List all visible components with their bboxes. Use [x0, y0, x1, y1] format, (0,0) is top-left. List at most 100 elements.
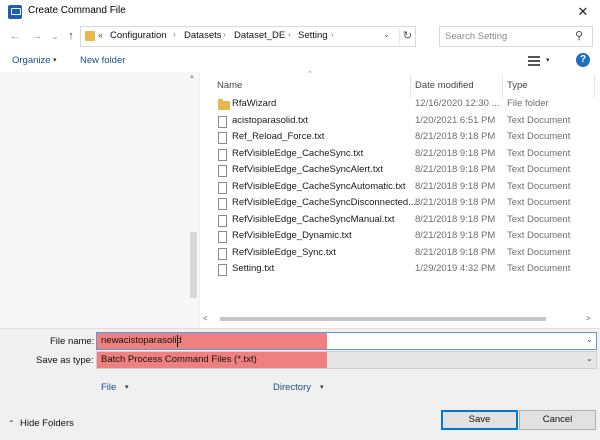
file-date: 12/16/2020 12:30 ... [415, 98, 500, 109]
scroll-left-icon[interactable]: < [203, 314, 208, 323]
back-icon[interactable]: ← [8, 28, 22, 44]
save-as-type-label: Save as type: [36, 355, 94, 366]
file-name: RefVisibleEdge_CacheSyncAlert.txt [232, 164, 383, 175]
list-item[interactable]: acistoparasolid.txt 1/20/2021 6:51 PM Te… [214, 114, 594, 130]
horizontal-scrollbar[interactable]: < > [200, 312, 600, 326]
hide-folders-button[interactable]: Hide Folders [20, 418, 74, 429]
up-folder-icon[interactable]: ↑ [64, 28, 78, 44]
file-date: 8/21/2018 9:18 PM [415, 247, 496, 258]
organize-button[interactable]: Organize [12, 55, 51, 66]
text-file-icon [218, 116, 227, 128]
breadcrumb-separator-icon[interactable]: › [223, 30, 226, 39]
list-item[interactable]: RefVisibleEdge_CacheSyncDisconnected....… [214, 196, 594, 212]
chevron-down-icon[interactable]: ▾ [125, 383, 129, 391]
breadcrumb-configuration[interactable]: Configuration [110, 30, 167, 41]
chevron-down-icon[interactable]: ⌄ [383, 30, 390, 39]
recent-locations-icon[interactable]: ⌄ [48, 28, 62, 44]
address-overflow-icon[interactable]: « [98, 30, 103, 40]
scroll-right-icon[interactable]: > [586, 314, 591, 323]
column-header-type[interactable]: Type [507, 80, 528, 91]
list-item[interactable]: Setting.txt 1/29/2019 4:32 PM Text Docum… [214, 262, 594, 278]
list-item[interactable]: RefVisibleEdge_CacheSyncAlert.txt 8/21/2… [214, 163, 594, 179]
breadcrumb-datasets[interactable]: Datasets [184, 30, 222, 41]
file-name-field[interactable]: newacistoparasolid ⌄ [96, 332, 597, 350]
save-as-type-select[interactable]: Batch Process Command Files (*.txt) ⌄ [96, 351, 597, 369]
file-type: Text Document [507, 148, 571, 159]
chevron-down-icon[interactable]: ⌄ [586, 354, 593, 363]
file-name: Ref_Reload_Force.txt [232, 131, 325, 142]
file-date: 8/21/2018 9:18 PM [415, 164, 496, 175]
file-date: 1/29/2019 4:32 PM [415, 263, 496, 274]
chevron-down-icon[interactable]: ⌄ [586, 335, 593, 344]
column-header-name[interactable]: Name [217, 80, 242, 91]
refresh-icon[interactable]: ↻ [399, 28, 415, 45]
save-as-type-value[interactable]: Batch Process Command Files (*.txt) [101, 354, 257, 365]
text-file-icon [218, 248, 227, 260]
chevron-down-icon[interactable]: ▾ [546, 56, 550, 64]
breadcrumb-setting[interactable]: Setting [298, 30, 328, 41]
close-button[interactable]: ✕ [566, 0, 600, 24]
window-title: Create Command File [28, 5, 126, 16]
text-file-icon [218, 149, 227, 161]
list-item[interactable]: RfaWizard 12/16/2020 12:30 ... File fold… [214, 97, 594, 113]
folder-icon [218, 99, 230, 110]
column-divider[interactable] [502, 76, 503, 98]
list-item[interactable]: RefVisibleEdge_CacheSync.txt 8/21/2018 9… [214, 147, 594, 163]
file-date: 8/21/2018 9:18 PM [415, 148, 496, 159]
sort-ascending-icon: ⌃ [307, 71, 313, 78]
column-divider[interactable] [410, 76, 411, 98]
cancel-button[interactable]: Cancel [519, 410, 596, 430]
breadcrumb-separator-icon[interactable]: › [173, 30, 176, 39]
file-type: Text Document [507, 131, 571, 142]
navigation-pane[interactable] [0, 72, 200, 328]
file-date: 1/20/2021 6:51 PM [415, 115, 496, 126]
help-icon[interactable]: ? [576, 53, 590, 67]
file-type: Text Document [507, 181, 571, 192]
file-name-label: File name: [50, 336, 95, 347]
chevron-down-icon[interactable]: ▾ [320, 383, 324, 391]
file-type: Text Document [507, 164, 571, 175]
column-divider[interactable] [594, 76, 595, 98]
address-bar[interactable]: « Configuration › Datasets › Dataset_DE … [80, 26, 416, 47]
file-type: Text Document [507, 115, 571, 126]
list-item[interactable]: Ref_Reload_Force.txt 8/21/2018 9:18 PM T… [214, 130, 594, 146]
directory-link[interactable]: Directory [273, 382, 311, 393]
file-link[interactable]: File [101, 382, 116, 393]
scrollbar-thumb[interactable] [220, 317, 546, 321]
list-item[interactable]: RefVisibleEdge_Sync.txt 8/21/2018 9:18 P… [214, 246, 594, 262]
breadcrumb-separator-icon[interactable]: › [331, 30, 334, 39]
navigation-pane-scrollbar[interactable] [190, 232, 197, 298]
file-name: RefVisibleEdge_CacheSyncManual.txt [232, 214, 395, 225]
search-input[interactable]: Search Setting ⚲ [439, 26, 593, 47]
file-name: RfaWizard [232, 98, 277, 109]
file-date: 8/21/2018 9:18 PM [415, 230, 496, 241]
chevron-up-icon[interactable]: ⌃ [8, 419, 15, 428]
list-item[interactable]: RefVisibleEdge_CacheSyncAutomatic.txt 8/… [214, 180, 594, 196]
file-type: File folder [507, 98, 549, 109]
file-name: RefVisibleEdge_CacheSyncAutomatic.txt [232, 181, 406, 192]
file-name: acistoparasolid.txt [232, 115, 309, 126]
search-icon[interactable]: ⚲ [575, 29, 583, 42]
list-item[interactable]: RefVisibleEdge_CacheSyncManual.txt 8/21/… [214, 213, 594, 229]
file-date: 8/21/2018 9:18 PM [415, 181, 496, 192]
file-name: RefVisibleEdge_Dynamic.txt [232, 230, 352, 241]
scroll-up-icon[interactable]: ▲ [189, 74, 195, 80]
view-options-icon[interactable] [528, 56, 540, 66]
list-item[interactable]: RefVisibleEdge_Dynamic.txt 8/21/2018 9:1… [214, 229, 594, 245]
text-file-icon [218, 198, 227, 210]
file-type: Text Document [507, 247, 571, 258]
breadcrumb-separator-icon[interactable]: › [288, 30, 291, 39]
breadcrumb-dataset-de[interactable]: Dataset_DE [234, 30, 285, 41]
new-folder-button[interactable]: New folder [80, 55, 125, 66]
text-caret [177, 335, 178, 347]
chevron-down-icon[interactable]: ▾ [53, 56, 57, 64]
text-file-icon [218, 165, 227, 177]
forward-icon[interactable]: → [30, 28, 44, 44]
file-name: RefVisibleEdge_CacheSyncDisconnected.... [232, 197, 419, 208]
column-header-date-modified[interactable]: Date modified [415, 80, 474, 91]
file-name-value[interactable]: newacistoparasolid [101, 335, 182, 346]
app-icon [8, 5, 22, 19]
file-name: RefVisibleEdge_Sync.txt [232, 247, 336, 258]
file-date: 8/21/2018 9:18 PM [415, 197, 496, 208]
save-button[interactable]: Save [441, 410, 518, 430]
